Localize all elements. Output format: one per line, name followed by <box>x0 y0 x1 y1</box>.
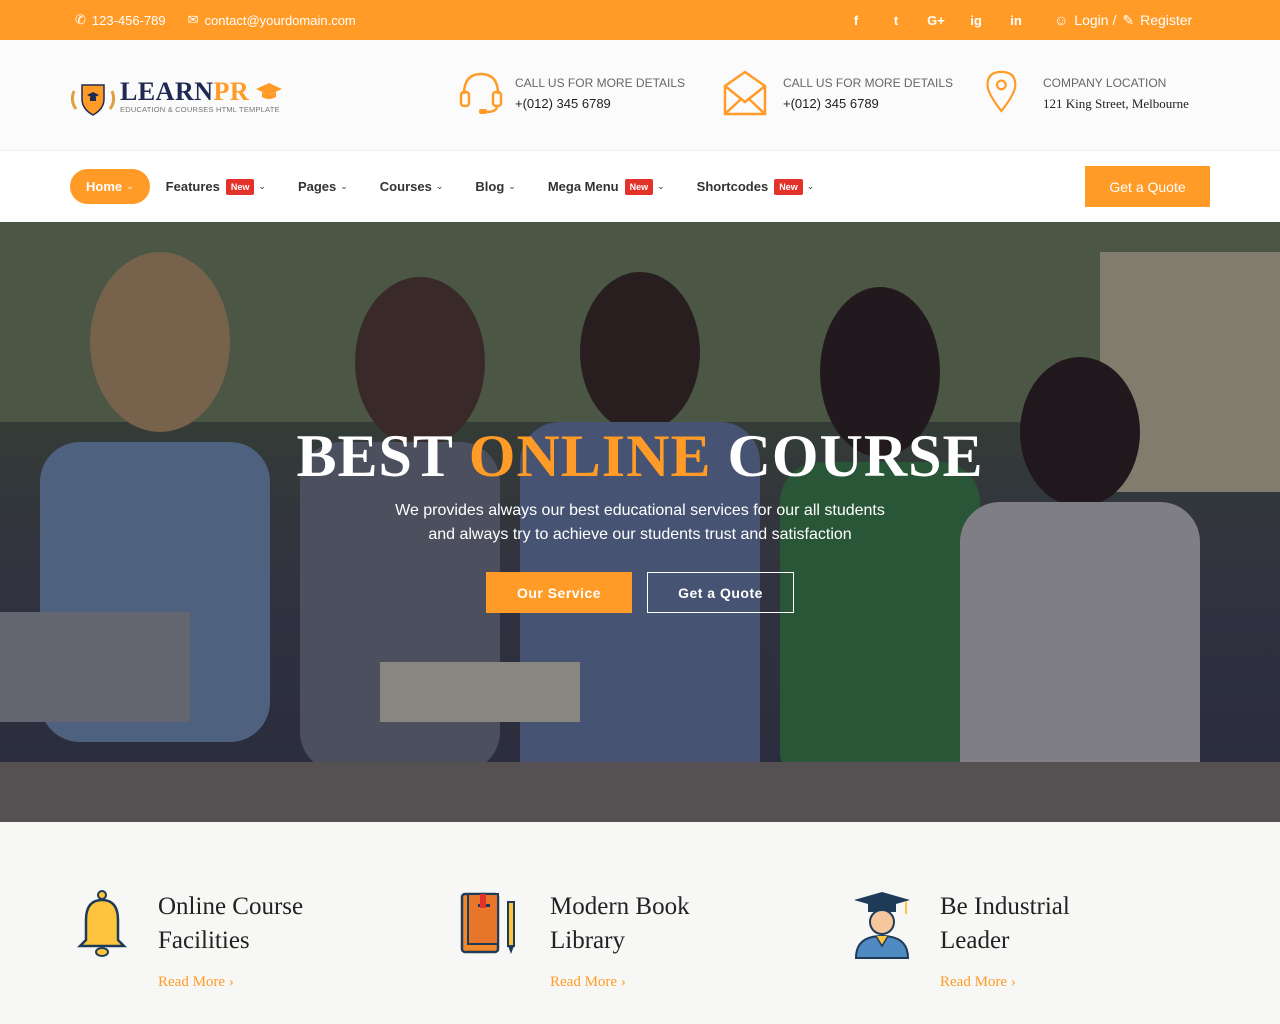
headset-icon <box>459 72 503 114</box>
nav-item-pages[interactable]: Pages ⌄ <box>298 179 348 194</box>
logo-tagline: EDUCATION & COURSES HTML TEMPLATE <box>120 105 280 114</box>
nav-item-features[interactable]: Features New ⌄ <box>165 178 266 195</box>
bell-icon <box>76 890 128 957</box>
feature-card-industrial-leader: Be Industrial Leader Read More › <box>854 890 1198 1000</box>
feature-title: Modern Book Library <box>550 890 800 958</box>
nav-label: Mega Menu <box>547 179 619 194</box>
read-more-link[interactable]: Read More › <box>158 974 234 991</box>
edit-icon: ✎ <box>1122 11 1135 28</box>
register-link[interactable]: Register <box>1140 12 1192 28</box>
nav-item-mega-menu[interactable]: Mega Menu New ⌄ <box>547 178 665 195</box>
book-icon <box>460 892 515 954</box>
top-contact: ✆ 123-456-789 ✉ contact@yourdomain.com <box>75 0 356 40</box>
shield-logo-icon <box>70 84 116 116</box>
logo-wordmark: LEARNPR <box>120 77 249 107</box>
nav-label: Blog <box>475 179 505 194</box>
email-text: contact@yourdomain.com <box>204 12 356 28</box>
hero-title: BEST ONLINE COURSE <box>0 422 1280 491</box>
feature-title-line1: Online Course <box>158 893 304 920</box>
phone-icon: ✆ <box>75 12 86 27</box>
feature-card-book-library: Modern Book Library Read More › <box>460 890 808 1000</box>
get-quote-button[interactable]: Get a Quote <box>1085 166 1210 207</box>
twitter-icon[interactable]: t <box>876 13 916 28</box>
site-header: LEARNPR EDUCATION & COURSES HTML TEMPLAT… <box>0 40 1280 151</box>
chevron-down-icon: ⌄ <box>657 181 665 191</box>
graduate-icon <box>854 892 910 959</box>
top-bar: ✆ 123-456-789 ✉ contact@yourdomain.com f… <box>0 0 1280 40</box>
feature-title-line2: Library <box>550 927 625 954</box>
hero-title-part2: COURSE <box>711 423 984 489</box>
user-icon: ☺ <box>1054 12 1069 28</box>
email-icon: ✉ <box>187 12 199 27</box>
nav-item-courses[interactable]: Courses ⌄ <box>380 179 444 194</box>
nav-label: Pages <box>297 179 337 194</box>
email-contact[interactable]: ✉ contact@yourdomain.com <box>188 12 356 28</box>
logo-main-text: LEARN <box>120 77 214 106</box>
nav-item-blog[interactable]: Blog ⌄ <box>475 179 515 194</box>
phone-contact[interactable]: ✆ 123-456-789 <box>75 12 166 28</box>
nav-label: Features <box>165 179 220 194</box>
hero-subtitle-line1: We provides always our best educational … <box>395 502 885 519</box>
chevron-down-icon: ⌄ <box>806 181 815 191</box>
envelope-icon <box>723 70 767 116</box>
nav-label: Courses <box>379 179 432 194</box>
linkedin-icon[interactable]: in <box>996 13 1036 28</box>
nav-label: Home <box>86 179 123 194</box>
chevron-down-icon: ⌄ <box>340 181 348 191</box>
feature-title: Online Course Facilities <box>158 890 408 958</box>
hero-get-quote-button[interactable]: Get a Quote <box>647 572 794 613</box>
new-badge: New <box>225 178 255 195</box>
logo-accent-text: PR <box>213 77 250 106</box>
chevron-down-icon: ⌄ <box>435 181 444 191</box>
auth-links: ☺ Login / ✎ Register <box>1054 0 1192 40</box>
our-service-button[interactable]: Our Service <box>486 572 632 613</box>
info-value: 121 King Street, Melbourne <box>1043 96 1189 111</box>
hero-subtitle: We provides always our best educational … <box>0 499 1280 547</box>
read-more-label: Read More <box>158 974 226 990</box>
feature-card-online-course: Online Course Facilities Read More › <box>76 890 416 1000</box>
nav-label: Shortcodes <box>696 179 769 194</box>
features-section: Online Course Facilities Read More › Mode… <box>0 822 1280 1024</box>
feature-title-line1: Modern Book <box>550 893 690 920</box>
instagram-icon[interactable]: ig <box>956 13 996 28</box>
info-value[interactable]: +(012) 345 6789 <box>515 96 611 111</box>
new-badge: New <box>624 178 654 195</box>
chevron-down-icon: ⌄ <box>508 181 516 191</box>
phone-text: 123-456-789 <box>91 12 166 28</box>
info-label: CALL US FOR MORE DETAILS <box>515 76 686 90</box>
chevron-right-icon: › <box>620 974 626 990</box>
nav-item-shortcodes[interactable]: Shortcodes New ⌄ <box>696 178 815 195</box>
social-links: f t G+ ig in <box>836 0 1036 40</box>
info-label: CALL US FOR MORE DETAILS <box>783 76 954 90</box>
graduation-cap-icon <box>256 83 282 99</box>
read-more-label: Read More <box>940 974 1008 990</box>
read-more-label: Read More <box>550 974 618 990</box>
feature-title: Be Industrial Leader <box>940 890 1190 958</box>
hero-buttons: Our Service Get a Quote <box>486 572 794 613</box>
main-nav: Home ⌄ Features New ⌄ Pages ⌄ Courses ⌄ … <box>0 151 1280 222</box>
hero-title-accent: ONLINE <box>468 423 712 489</box>
info-label: COMPANY LOCATION <box>1043 76 1167 90</box>
feature-title-line1: Be Industrial <box>940 893 1070 920</box>
chevron-right-icon: › <box>1010 974 1016 990</box>
feature-title-line2: Leader <box>940 927 1010 954</box>
hero-subtitle-line2: and always try to achieve our students t… <box>428 526 852 543</box>
nav-item-home[interactable]: Home ⌄ <box>70 169 150 204</box>
location-pin-icon <box>986 70 1017 113</box>
facebook-icon[interactable]: f <box>836 13 876 28</box>
info-value[interactable]: +(012) 345 6789 <box>783 96 879 111</box>
chevron-down-icon: ⌄ <box>126 181 134 191</box>
read-more-link[interactable]: Read More › <box>550 974 626 991</box>
new-badge: New <box>774 178 803 195</box>
chevron-down-icon: ⌄ <box>258 181 266 191</box>
feature-title-line2: Facilities <box>158 927 250 954</box>
chevron-right-icon: › <box>228 974 234 990</box>
google-plus-icon[interactable]: G+ <box>916 13 956 28</box>
hero-title-part1: BEST <box>296 423 469 489</box>
read-more-link[interactable]: Read More › <box>940 974 1016 991</box>
site-logo[interactable]: LEARNPR EDUCATION & COURSES HTML TEMPLAT… <box>68 77 288 117</box>
login-link[interactable]: Login / <box>1074 12 1116 28</box>
hero-banner: BEST ONLINE COURSE We provides always ou… <box>0 222 1280 822</box>
